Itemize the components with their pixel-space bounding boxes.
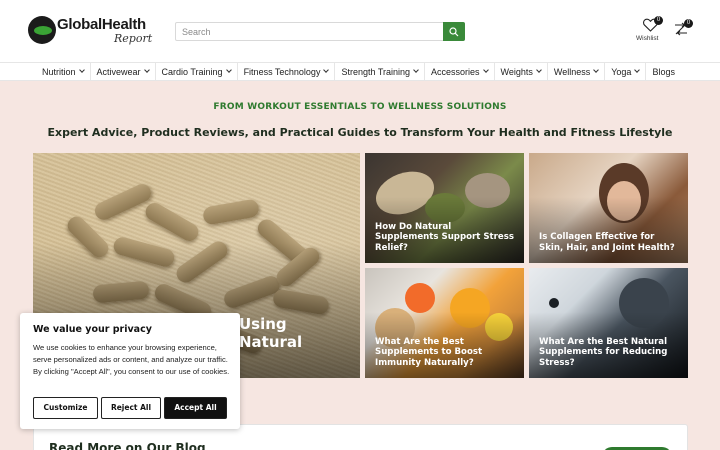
wishlist-button[interactable]: 0 Wishlist: [636, 16, 664, 44]
nav-items: Nutrition Activewear Cardio Training Fitnes…: [36, 63, 681, 80]
logo-text: GlobalHealth: [57, 16, 146, 33]
cookie-consent-banner: We value your privacy We use cookies to …: [20, 313, 240, 429]
nav-item-label: Strength Training: [341, 66, 410, 77]
chevron-down-icon: [634, 67, 641, 73]
nav-item-label: Activewear: [96, 66, 141, 77]
nav-item-label: Weights: [500, 66, 533, 77]
site-header: GlobalHealth Report 0 Wishlist 0: [0, 0, 720, 62]
nav-item-cardio-training[interactable]: Cardio Training: [156, 63, 238, 80]
cookie-title: We value your privacy: [33, 324, 152, 335]
nav-item-weights[interactable]: Weights: [495, 63, 548, 80]
search-bar: [175, 22, 465, 41]
wishlist-label: Wishlist: [636, 35, 659, 42]
search-icon: [449, 27, 459, 37]
chevron-down-icon: [482, 67, 489, 73]
article-card-immunity[interactable]: What Are the Best Supplements to Boost I…: [365, 268, 524, 378]
nav-item-label: Yoga: [611, 66, 632, 77]
hero-headline: Expert Advice, Product Reviews, and Prac…: [47, 126, 673, 139]
blog-section-title: Read More on Our Blog: [49, 441, 206, 450]
nav-item-label: Nutrition: [42, 66, 76, 77]
chevron-down-icon: [143, 67, 150, 73]
nav-item-label: Accessories: [431, 66, 480, 77]
cookie-text: We use cookies to enhance your browsing …: [33, 343, 230, 376]
logo-mark-icon: [28, 16, 56, 44]
nav-item-nutrition[interactable]: Nutrition: [36, 63, 91, 80]
wishlist-count-badge: 0: [654, 16, 663, 25]
article-title[interactable]: What Are the Best Natural Supplements fo…: [539, 337, 680, 369]
nav-item-strength-training[interactable]: Strength Training: [335, 63, 425, 80]
nav-item-fitness-technology[interactable]: Fitness Technology: [238, 63, 336, 80]
nav-item-blogs[interactable]: Blogs: [646, 63, 681, 80]
article-card-collagen[interactable]: Is Collagen Effective for Skin, Hair, an…: [529, 153, 688, 263]
chevron-down-icon: [593, 67, 600, 73]
compare-count-badge: 0: [684, 19, 693, 28]
article-title[interactable]: What Are the Best Supplements to Boost I…: [375, 337, 516, 369]
search-button[interactable]: [443, 22, 465, 41]
search-input[interactable]: [176, 23, 444, 40]
nav-item-label: Fitness Technology: [243, 66, 321, 77]
nav-item-label: Blogs: [652, 66, 675, 77]
article-card-reducing-stress[interactable]: What Are the Best Natural Supplements fo…: [529, 268, 688, 378]
nav-item-label: Wellness: [553, 66, 591, 77]
article-card-stress-relief[interactable]: How Do Natural Supplements Support Stres…: [365, 153, 524, 263]
cookie-customize-button[interactable]: Customize: [33, 397, 98, 419]
site-logo[interactable]: GlobalHealth Report: [28, 14, 154, 48]
nav-item-yoga[interactable]: Yoga: [605, 63, 647, 80]
nav-item-activewear[interactable]: Activewear: [91, 63, 156, 80]
chevron-down-icon: [323, 67, 330, 73]
chevron-down-icon: [413, 67, 419, 73]
featured-article-title[interactable]: Using Natural: [239, 315, 352, 351]
main-navigation: Nutrition Activewear Cardio Training Fitnes…: [0, 62, 720, 81]
chevron-down-icon: [536, 67, 542, 73]
compare-button[interactable]: 0: [672, 18, 694, 40]
chevron-down-icon: [78, 67, 85, 73]
nav-item-wellness[interactable]: Wellness: [548, 63, 606, 80]
logo-subtext: Report: [114, 32, 153, 45]
hero-tagline: FROM WORKOUT ESSENTIALS TO WELLNESS SOLU…: [213, 102, 507, 112]
nav-item-accessories[interactable]: Accessories: [425, 63, 495, 80]
nav-item-label: Cardio Training: [161, 66, 223, 77]
cookie-accept-button[interactable]: Accept All: [164, 397, 227, 419]
cookie-reject-button[interactable]: Reject All: [101, 397, 161, 419]
article-title[interactable]: Is Collagen Effective for Skin, Hair, an…: [539, 232, 680, 253]
chevron-down-icon: [225, 67, 232, 73]
article-title[interactable]: How Do Natural Supplements Support Stres…: [375, 222, 516, 254]
